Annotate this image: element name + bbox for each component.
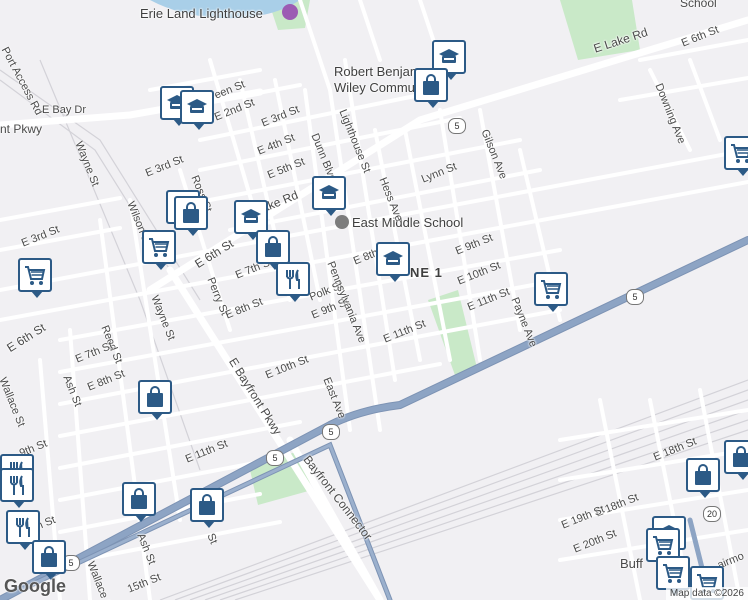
map-attribution[interactable]: Map data ©2026 (665, 587, 748, 600)
google-logo: Google (4, 576, 66, 596)
shopping-cart-pin[interactable] (656, 556, 690, 596)
map-canvas[interactable]: Erie Land Lighthouse Robert Benjam Wiley… (0, 0, 748, 600)
shopping-bag-pin[interactable] (256, 230, 290, 270)
street-label: Buff (620, 556, 643, 571)
school-pin[interactable] (312, 176, 346, 216)
shopping-cart-pin[interactable] (142, 230, 176, 270)
shopping-bag-pin[interactable] (724, 440, 748, 480)
shopping-cart-pin[interactable] (724, 136, 748, 176)
shopping-bag-pin[interactable] (686, 458, 720, 498)
school-pin[interactable] (234, 200, 268, 240)
shopping-bag-pin[interactable] (32, 540, 66, 580)
restaurant-pin[interactable] (276, 262, 310, 302)
zone-label: NE 1 (410, 265, 443, 280)
museum-icon[interactable] (282, 4, 298, 20)
street-label: School (680, 0, 717, 10)
route-shield: 5 (266, 450, 284, 466)
route-shield: 5 (626, 289, 644, 305)
shopping-bag-pin[interactable] (414, 68, 448, 108)
shopping-cart-pin[interactable] (18, 258, 52, 298)
shopping-bag-pin[interactable] (190, 488, 224, 528)
school-pin[interactable] (376, 242, 410, 282)
school-marker-icon[interactable] (335, 215, 349, 229)
school-pin[interactable] (180, 90, 214, 130)
restaurant-pin[interactable] (6, 510, 40, 550)
street-label: nt Pkwy (0, 122, 43, 136)
poi-label-wiley-1[interactable]: Robert Benjam (334, 64, 421, 79)
restaurant-pin[interactable] (0, 468, 34, 508)
street-label: E Bay Dr (42, 104, 87, 116)
shopping-bag-pin[interactable] (174, 196, 208, 236)
shopping-bag-pin[interactable] (122, 482, 156, 522)
route-shield: 5 (322, 424, 340, 440)
poi-label-east-middle[interactable]: East Middle School (352, 215, 463, 230)
poi-label-lighthouse[interactable]: Erie Land Lighthouse (140, 6, 263, 21)
shopping-bag-pin[interactable] (138, 380, 172, 420)
route-shield: 20 (703, 506, 721, 522)
shopping-cart-pin[interactable] (534, 272, 568, 312)
route-shield: 5 (448, 118, 466, 134)
poi-label-wiley-2[interactable]: Wiley Commun (334, 80, 422, 95)
